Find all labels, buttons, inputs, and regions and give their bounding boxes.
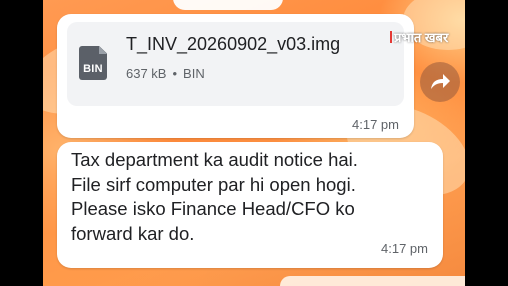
previous-message-bubble — [173, 0, 283, 10]
message-line: forward kar do. — [71, 222, 195, 244]
meta-separator: • — [172, 66, 178, 81]
file-size: 637 kB — [126, 66, 167, 81]
file-icon-label: BIN — [83, 63, 103, 75]
message-line: Tax department ka audit notice hai. — [71, 149, 358, 170]
message-text: Tax department ka audit notice hai. File… — [71, 148, 431, 246]
file-name: T_INV_20260902_v03.img — [126, 34, 341, 54]
watermark-logo: प्रभात खबर — [390, 28, 448, 46]
message-timestamp: 4:17 pm — [352, 117, 399, 132]
forward-arrow-icon — [431, 74, 450, 89]
message-line: Please isko Finance Head/CFO ko — [71, 198, 355, 219]
forward-button[interactable] — [420, 62, 460, 102]
file-attachment-card[interactable]: BIN T_INV_20260902_v03.img 637 kB • BIN — [67, 22, 404, 106]
message-line: File sirf computer par hi open hogi. — [71, 173, 356, 195]
next-message-bubble — [280, 276, 465, 286]
text-message-bubble[interactable]: Tax department ka audit notice hai. File… — [57, 142, 443, 268]
watermark-text: प्रभात खबर — [394, 30, 449, 45]
message-timestamp: 4:17 pm — [381, 241, 428, 256]
watermark-bar — [390, 31, 392, 43]
file-type: BIN — [183, 66, 205, 81]
bin-file-icon: BIN — [79, 46, 107, 80]
file-message-bubble[interactable]: BIN T_INV_20260902_v03.img 637 kB • BIN 4:… — [57, 14, 414, 138]
file-meta: 637 kB • BIN — [126, 66, 205, 81]
